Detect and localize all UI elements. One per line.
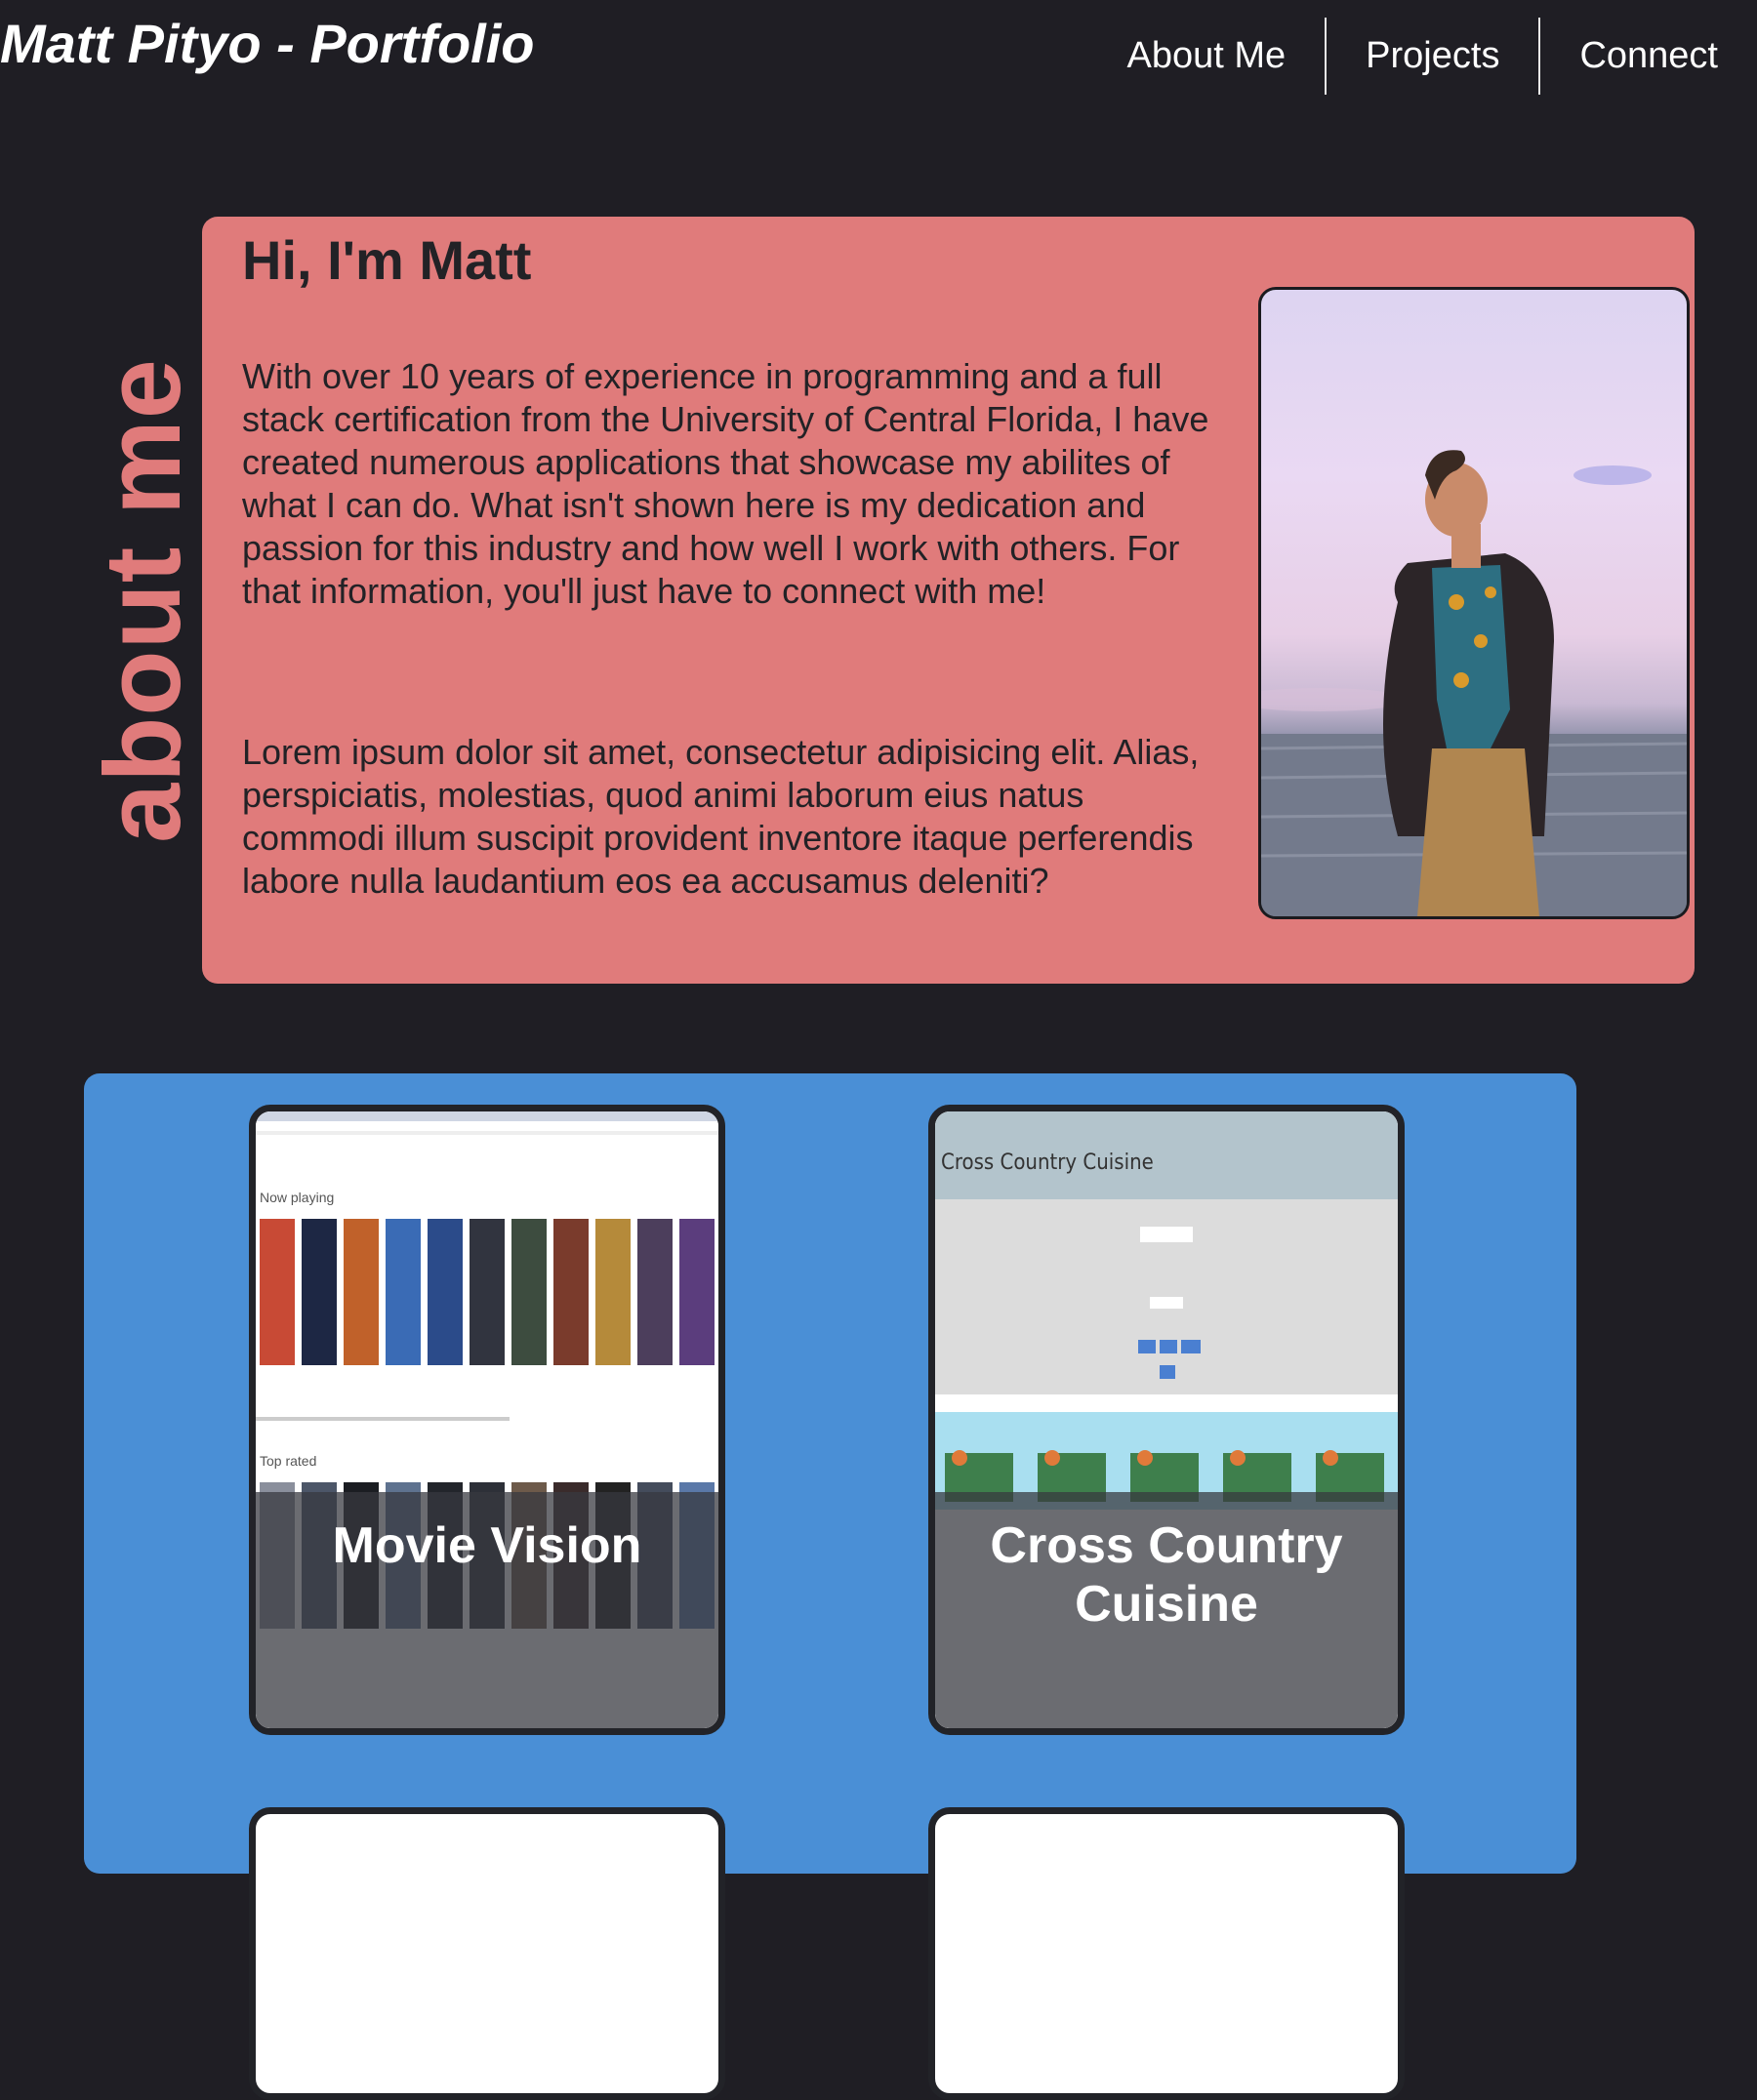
project-card-4[interactable] <box>928 1807 1405 2100</box>
project-title-overlay: Movie Vision <box>256 1492 718 1728</box>
nav-projects[interactable]: Projects <box>1325 18 1538 95</box>
projects-panel: Now playing Top rated Movie Vision Cross… <box>84 1073 1576 2100</box>
now-playing-label: Now playing <box>260 1190 335 1205</box>
about-side-text: about me <box>82 357 203 843</box>
nav-about-me[interactable]: About Me <box>1088 18 1326 95</box>
about-paragraph-1: With over 10 years of experience in prog… <box>242 356 1209 611</box>
cross-country-cuisine-thumb-title: Cross Country Cuisine <box>941 1151 1154 1175</box>
project-card-cross-country-cuisine[interactable]: Cross Country Cuisine Cross Country Cuis… <box>928 1105 1405 1735</box>
profile-photo <box>1258 287 1690 919</box>
about-card: Hi, I'm Matt With over 10 years of exper… <box>202 217 1695 984</box>
about-side-label: about me <box>83 358 203 843</box>
about-paragraph-2: Lorem ipsum dolor sit amet, consectetur … <box>242 732 1200 901</box>
project-title-overlay: Cross Country Cuisine <box>935 1492 1398 1728</box>
top-rated-label: Top rated <box>260 1453 317 1469</box>
project-card-3[interactable] <box>249 1807 725 2100</box>
nav-connect[interactable]: Connect <box>1538 18 1757 95</box>
project-card-movie-vision[interactable]: Now playing Top rated Movie Vision <box>249 1105 725 1735</box>
project-title: Movie Vision <box>332 1517 642 1574</box>
project-title: Cross Country Cuisine <box>990 1517 1343 1633</box>
about-heading: Hi, I'm Matt <box>242 229 532 291</box>
site-title: Matt Pityo - Portfolio <box>0 13 535 74</box>
main-nav: About Me Projects Connect <box>1088 18 1757 95</box>
